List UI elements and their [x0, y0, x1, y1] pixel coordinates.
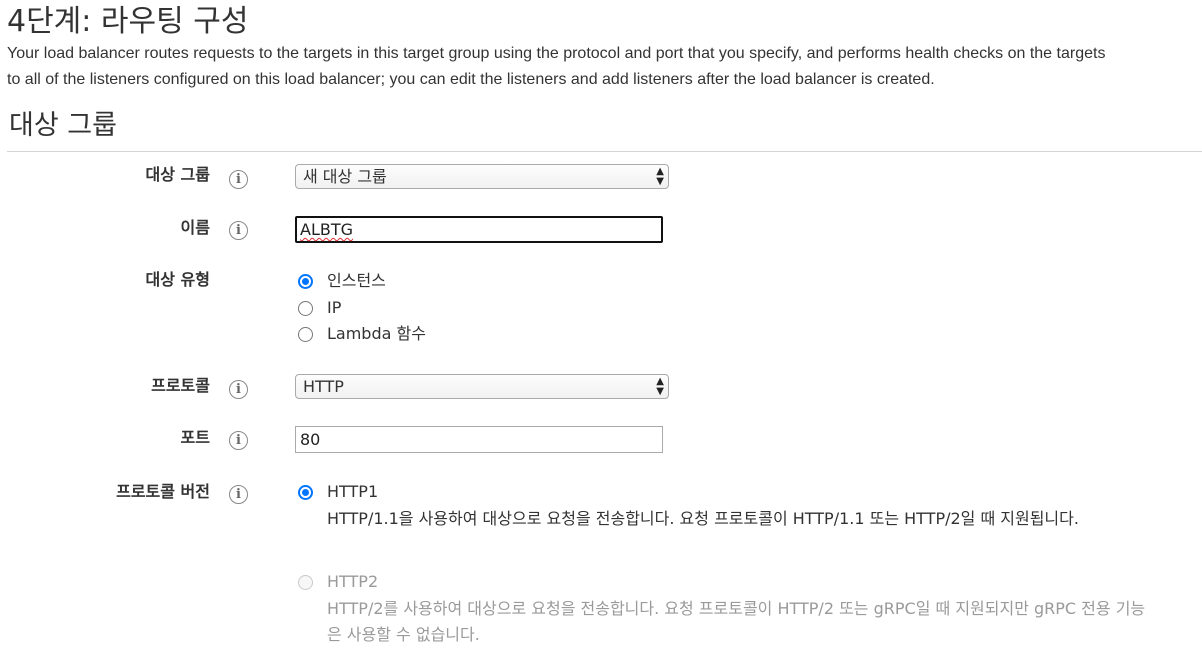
select-arrows-icon: ▲ ▼ [656, 375, 664, 397]
name-input-value: ALBTG [300, 220, 354, 239]
port-input-value: 80 [300, 430, 321, 449]
page-description-line-1: Your load balancer routes requests to th… [7, 45, 1106, 62]
target-group-select-value: 새 대상 그룹 [303, 167, 387, 186]
protocol-version-option-label: HTTP1 [327, 482, 379, 501]
page-title: 4단계: 라우팅 구성 [7, 4, 249, 39]
select-arrows-icon: ▲ ▼ [656, 165, 664, 187]
info-icon[interactable]: i [229, 170, 248, 189]
protocol-select-value: HTTP [303, 377, 344, 396]
section-divider [7, 151, 1202, 152]
radio-button[interactable] [298, 326, 313, 342]
target-group-label: 대상 그룹 [145, 165, 210, 184]
protocol-version-option-http2: HTTP2 [298, 571, 378, 593]
page-description-line-2: to all of the listeners configured on th… [7, 71, 935, 88]
name-input[interactable]: ALBTG [295, 216, 663, 243]
protocol-select[interactable]: HTTP ▲ ▼ [295, 374, 669, 399]
info-icon[interactable]: i [229, 431, 248, 450]
radio-button[interactable] [298, 273, 313, 289]
target-type-option-ip[interactable]: IP [298, 297, 341, 319]
target-type-option-instance[interactable]: 인스턴스 [298, 270, 386, 292]
protocol-version-option-http1[interactable]: HTTP1 [298, 481, 378, 503]
protocol-version-option-description: HTTP/1.1을 사용하여 대상으로 요청을 전송합니다. 요청 프로토콜이 … [327, 509, 1079, 528]
protocol-version-option-description: HTTP/2를 사용하여 대상으로 요청을 전송합니다. 요청 프로토콜이 HT… [327, 599, 1146, 644]
info-icon[interactable]: i [229, 485, 248, 504]
protocol-version-label: 프로토콜 버전 [116, 482, 210, 501]
name-label: 이름 [180, 218, 210, 237]
info-icon[interactable]: i [229, 221, 248, 240]
protocol-version-option-label: HTTP2 [327, 572, 379, 591]
target-type-option-label: 인스턴스 [327, 271, 386, 290]
radio-button[interactable] [298, 484, 313, 500]
protocol-label: 프로토콜 [151, 376, 210, 395]
page-description: Your load balancer routes requests to th… [7, 41, 1202, 93]
info-icon[interactable]: i [229, 380, 248, 399]
target-type-label: 대상 유형 [145, 270, 210, 289]
target-type-option-lambda[interactable]: Lambda 함수 [298, 323, 426, 345]
radio-button [298, 574, 313, 590]
port-input[interactable]: 80 [295, 426, 663, 453]
target-type-option-label: IP [327, 298, 342, 317]
port-label: 포트 [180, 428, 210, 447]
section-title-target-group: 대상 그룹 [9, 110, 117, 141]
target-group-select[interactable]: 새 대상 그룹 ▲ ▼ [295, 164, 669, 189]
radio-button[interactable] [298, 300, 313, 316]
target-type-option-label: Lambda 함수 [327, 324, 426, 343]
